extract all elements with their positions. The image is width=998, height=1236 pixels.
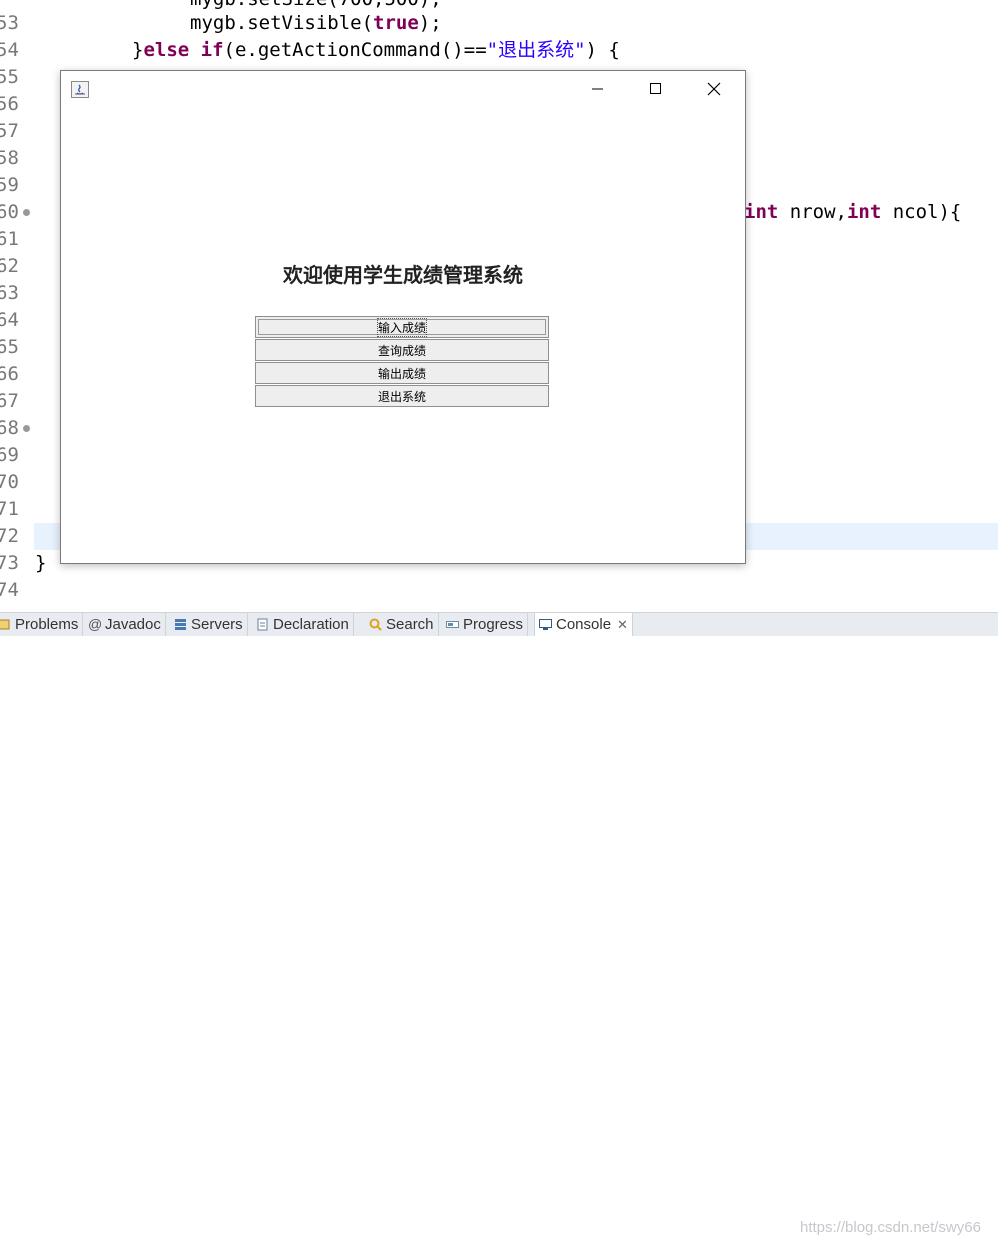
close-icon [707,82,721,96]
close-button[interactable] [685,71,743,107]
tab-progress[interactable]: Progress [442,613,529,636]
input-grades-button[interactable]: 输入成绩 [255,316,549,338]
code-line: }else if(e.getActionCommand()=="退出系统") { [132,39,620,61]
line-number: 54 [0,39,19,61]
search-icon [369,618,382,631]
at-icon: @ [88,616,103,632]
line-number: 71 [0,498,19,520]
java-app-icon[interactable] [71,81,89,98]
line-number: 64 [0,309,19,331]
title-bar[interactable] [61,71,745,107]
line-number: 55 [0,66,19,88]
line-number: 59 [0,174,19,196]
line-number: 72 [0,525,19,547]
code-line: mygb.setVisible(true); [190,12,442,34]
declaration-icon [256,618,269,631]
bottom-panel-tabs: Problems @ Javadoc Servers Declaration S… [0,612,998,1236]
welcome-heading: 欢迎使用学生成绩管理系统 [283,263,523,287]
tab-servers[interactable]: Servers [170,613,248,636]
line-number: 58 [0,147,19,169]
line-number: 67 [0,390,19,412]
maximize-button[interactable] [627,71,685,107]
line-number-gutter: 53 54 55 56 57 58 59 60 61 62 63 64 65 6… [0,0,30,612]
console-icon [539,618,552,631]
tab-declaration[interactable]: Declaration [252,613,354,636]
line-number: 65 [0,336,19,358]
watermark: https://blog.csdn.net/swy66 [800,1219,981,1236]
close-icon[interactable]: ✕ [617,617,628,633]
exit-system-button[interactable]: 退出系统 [255,385,549,407]
student-grade-window: 欢迎使用学生成绩管理系统 输入成绩 查询成绩 输出成绩 退出系统 [60,70,746,564]
line-number: 53 [0,12,19,34]
tab-javadoc[interactable]: @ Javadoc [84,613,166,636]
line-number: 73 [0,552,19,574]
line-number: 57 [0,120,19,142]
line-number: 56 [0,93,19,115]
code-line: } [35,552,47,574]
progress-icon [446,618,459,631]
code-line: int nrow,int ncol){ [744,201,962,223]
tab-search[interactable]: Search [365,613,439,636]
output-grades-button[interactable]: 输出成绩 [255,362,549,384]
line-number: 69 [0,444,19,466]
line-number: 74 [0,579,19,601]
line-number: 66 [0,363,19,385]
query-grades-button[interactable]: 查询成绩 [255,339,549,361]
line-number: 62 [0,255,19,277]
fold-marker-icon[interactable] [23,425,30,432]
problems-icon [0,618,11,631]
line-number: 70 [0,471,19,493]
line-number: 63 [0,282,19,304]
minimize-button[interactable] [569,71,627,107]
tab-problems[interactable]: Problems [0,613,84,636]
fold-marker-icon[interactable] [23,209,30,216]
maximize-icon [650,83,661,94]
servers-icon [174,618,187,631]
minimize-icon [592,88,603,90]
tab-console[interactable]: Console ✕ [534,613,633,636]
line-number: 61 [0,228,19,250]
